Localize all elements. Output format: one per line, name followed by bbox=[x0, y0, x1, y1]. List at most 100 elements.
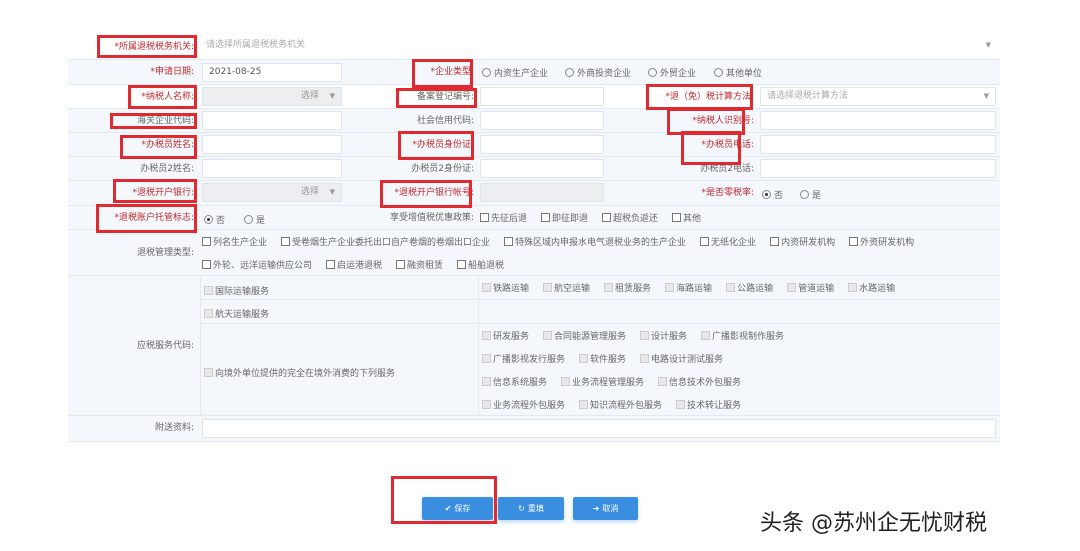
checkbox-icon bbox=[770, 237, 780, 246]
apply-date-input[interactable]: 2021-08-25 bbox=[202, 63, 342, 82]
zero-rate-radio-no[interactable]: 否 bbox=[762, 188, 783, 201]
vat-policy-label: 先征后退 bbox=[491, 214, 528, 224]
enterprise-type-radio-3[interactable]: 其他单位 bbox=[714, 66, 762, 79]
bank-account-input[interactable] bbox=[480, 183, 604, 202]
customs-code-input[interactable] bbox=[202, 111, 342, 130]
aerospace-checkbox[interactable]: 航天运输服务 bbox=[204, 307, 269, 320]
tax-authority-select[interactable]: 请选择所属退税税务机关 ▼ bbox=[200, 37, 997, 56]
save-button[interactable]: ✔ 保存 bbox=[422, 497, 493, 520]
checkbox-icon bbox=[849, 237, 859, 246]
overseas-service-label: 合同能源管理服务 bbox=[554, 332, 627, 342]
overseas-options: 研发服务 合同能源管理服务 设计服务 广播影视制作服务广播影视发行服务 软件服务 电路设计… bbox=[482, 324, 812, 416]
mgmt-type-checkbox[interactable]: 特殊区域内申报水电气退税业务的生产企业 bbox=[504, 230, 686, 253]
mgmt-type-checkbox[interactable]: 启运港退税 bbox=[326, 253, 382, 276]
overseas-service-checkbox[interactable]: 信息系统服务 bbox=[482, 370, 547, 393]
overseas-service-checkbox[interactable]: 电路设计测试服务 bbox=[640, 347, 723, 370]
checkbox-icon bbox=[326, 260, 336, 269]
agent2-name-input[interactable] bbox=[202, 159, 342, 178]
agent-phone-input[interactable] bbox=[760, 135, 996, 154]
overseas-service-checkbox[interactable]: 软件服务 bbox=[579, 347, 626, 370]
vat-policy-checkbox[interactable]: 超税负返还 bbox=[602, 206, 658, 229]
overseas-service-checkbox[interactable]: 合同能源管理服务 bbox=[543, 324, 626, 347]
mgmt-type-checkbox[interactable]: 外资研发机构 bbox=[849, 230, 914, 253]
chevron-down-icon: ▼ bbox=[329, 92, 335, 100]
taxpayer-name-select[interactable]: 选择 ▼ bbox=[202, 87, 342, 106]
tax-authority-placeholder: 请选择所属退税税务机关 bbox=[206, 40, 306, 50]
custody-flag-label: *退税账户托管标志: bbox=[114, 213, 194, 223]
overseas-checkbox[interactable]: 向境外单位提供的完全在境外消费的下列服务 bbox=[204, 366, 395, 379]
transport-checkbox[interactable]: 管道运输 bbox=[787, 276, 834, 299]
custody-radio-no[interactable]: 否 bbox=[204, 213, 225, 226]
enterprise-type-radio-1[interactable]: 外商投资企业 bbox=[565, 66, 631, 79]
mgmt-type-label: 无纸化企业 bbox=[711, 238, 757, 248]
overseas-service-checkbox[interactable]: 设计服务 bbox=[640, 324, 687, 347]
transport-checkbox[interactable]: 租赁服务 bbox=[604, 276, 651, 299]
calc-method-select[interactable]: 请选择退税计算方法 ▼ bbox=[760, 87, 996, 106]
transport-options: 铁路运输 航空运输 租赁服务 海路运输 公路运输 管道运输 水路运输 bbox=[482, 276, 909, 299]
transport-checkbox[interactable]: 海路运输 bbox=[665, 276, 712, 299]
overseas-service-label: 技术转让服务 bbox=[687, 401, 742, 411]
overseas-service-checkbox[interactable]: 广播影视制作服务 bbox=[701, 324, 784, 347]
mgmt-type-checkbox[interactable]: 无纸化企业 bbox=[700, 230, 756, 253]
overseas-service-label: 设计服务 bbox=[651, 332, 688, 342]
overseas-service-label: 电路设计测试服务 bbox=[651, 355, 724, 365]
agent-id-input[interactable] bbox=[480, 135, 604, 154]
overseas-service-label: 信息技术外包服务 bbox=[669, 378, 742, 388]
mgmt-type-checkbox[interactable]: 融资租赁 bbox=[396, 253, 443, 276]
overseas-service-label: 业务流程管理服务 bbox=[572, 378, 645, 388]
checkbox-icon bbox=[482, 354, 491, 363]
attachments-input[interactable] bbox=[202, 419, 996, 438]
transport-label: 公路运输 bbox=[737, 284, 774, 294]
checkbox-icon bbox=[579, 400, 589, 409]
overseas-service-checkbox[interactable]: 知识流程外包服务 bbox=[579, 393, 662, 416]
vat-policy-checkbox[interactable]: 先征后退 bbox=[480, 206, 527, 229]
overseas-service-checkbox[interactable]: 业务流程管理服务 bbox=[561, 370, 644, 393]
zero-rate-radio-yes[interactable]: 是 bbox=[800, 188, 821, 201]
transport-checkbox[interactable]: 航空运输 bbox=[543, 276, 590, 299]
sign-out-icon: ➜ bbox=[592, 504, 600, 513]
transport-checkbox[interactable]: 铁路运输 bbox=[482, 276, 529, 299]
vat-policy-checkbox[interactable]: 其他 bbox=[672, 206, 701, 229]
enterprise-type-radio-0[interactable]: 内资生产企业 bbox=[482, 66, 548, 79]
intl-transport-checkbox[interactable]: 国际运输服务 bbox=[204, 284, 269, 297]
row-agent2: 办税员2姓名: 办税员2身份证: 办税员2电话: bbox=[68, 157, 1000, 181]
overseas-service-checkbox[interactable]: 业务流程外包服务 bbox=[482, 393, 565, 416]
overseas-service-label: 信息系统服务 bbox=[493, 378, 548, 388]
agent-id-label: *办税员身份证: bbox=[412, 140, 474, 150]
mgmt-type-label: 列名生产企业 bbox=[213, 238, 268, 248]
custody-radio-yes[interactable]: 是 bbox=[244, 213, 265, 226]
vat-policy-label: 超税负返还 bbox=[613, 214, 659, 224]
zero-rate-label: *是否零税率: bbox=[701, 188, 754, 198]
credit-code-input[interactable] bbox=[480, 111, 604, 130]
mgmt-type-checkbox[interactable]: 外轮、远洋运输供应公司 bbox=[202, 253, 312, 276]
row-custody: *退税账户托管标志: 否 是 享受增值税优惠政策: 先征后退 即征即退 超税负返还 其… bbox=[68, 206, 1000, 230]
mgmt-type-label: 融资租赁 bbox=[407, 261, 444, 271]
overseas-service-checkbox[interactable]: 广播影视发行服务 bbox=[482, 347, 565, 370]
checkbox-icon bbox=[672, 213, 682, 222]
mgmt-type-checkbox[interactable]: 船舶退税 bbox=[457, 253, 504, 276]
transport-checkbox[interactable]: 水路运输 bbox=[848, 276, 895, 299]
overseas-service-checkbox[interactable]: 研发服务 bbox=[482, 324, 529, 347]
overseas-service-checkbox[interactable]: 信息技术外包服务 bbox=[658, 370, 741, 393]
taxpayer-id-input[interactable] bbox=[760, 111, 996, 130]
checkbox-icon bbox=[202, 237, 211, 246]
checkbox-icon bbox=[482, 400, 491, 409]
record-no-input[interactable] bbox=[480, 87, 604, 106]
reset-button[interactable]: ↻ 重填 bbox=[498, 497, 564, 520]
checkbox-icon bbox=[482, 331, 491, 340]
enterprise-type-radio-2[interactable]: 外贸企业 bbox=[648, 66, 696, 79]
vat-policy-checkbox[interactable]: 即征即退 bbox=[541, 206, 588, 229]
mgmt-type-checkbox[interactable]: 受卷烟生产企业委托出口自产卷烟的卷烟出口企业 bbox=[281, 230, 490, 253]
overseas-service-checkbox[interactable]: 技术转让服务 bbox=[676, 393, 741, 416]
vat-policy-label: 即征即退 bbox=[552, 214, 589, 224]
mgmt-type-checkbox[interactable]: 列名生产企业 bbox=[202, 230, 267, 253]
bank-select[interactable]: 选择 ▼ bbox=[202, 183, 342, 202]
agent2-phone-input[interactable] bbox=[760, 159, 996, 178]
cancel-button[interactable]: ➜ 取消 bbox=[573, 497, 638, 520]
transport-checkbox[interactable]: 公路运输 bbox=[726, 276, 773, 299]
mgmt-type-label: 内资研发机构 bbox=[781, 238, 836, 248]
agent2-id-input[interactable] bbox=[480, 159, 604, 178]
mgmt-type-checkbox[interactable]: 内资研发机构 bbox=[770, 230, 835, 253]
chevron-down-icon: ▼ bbox=[985, 41, 991, 49]
agent-name-input[interactable] bbox=[202, 135, 342, 154]
